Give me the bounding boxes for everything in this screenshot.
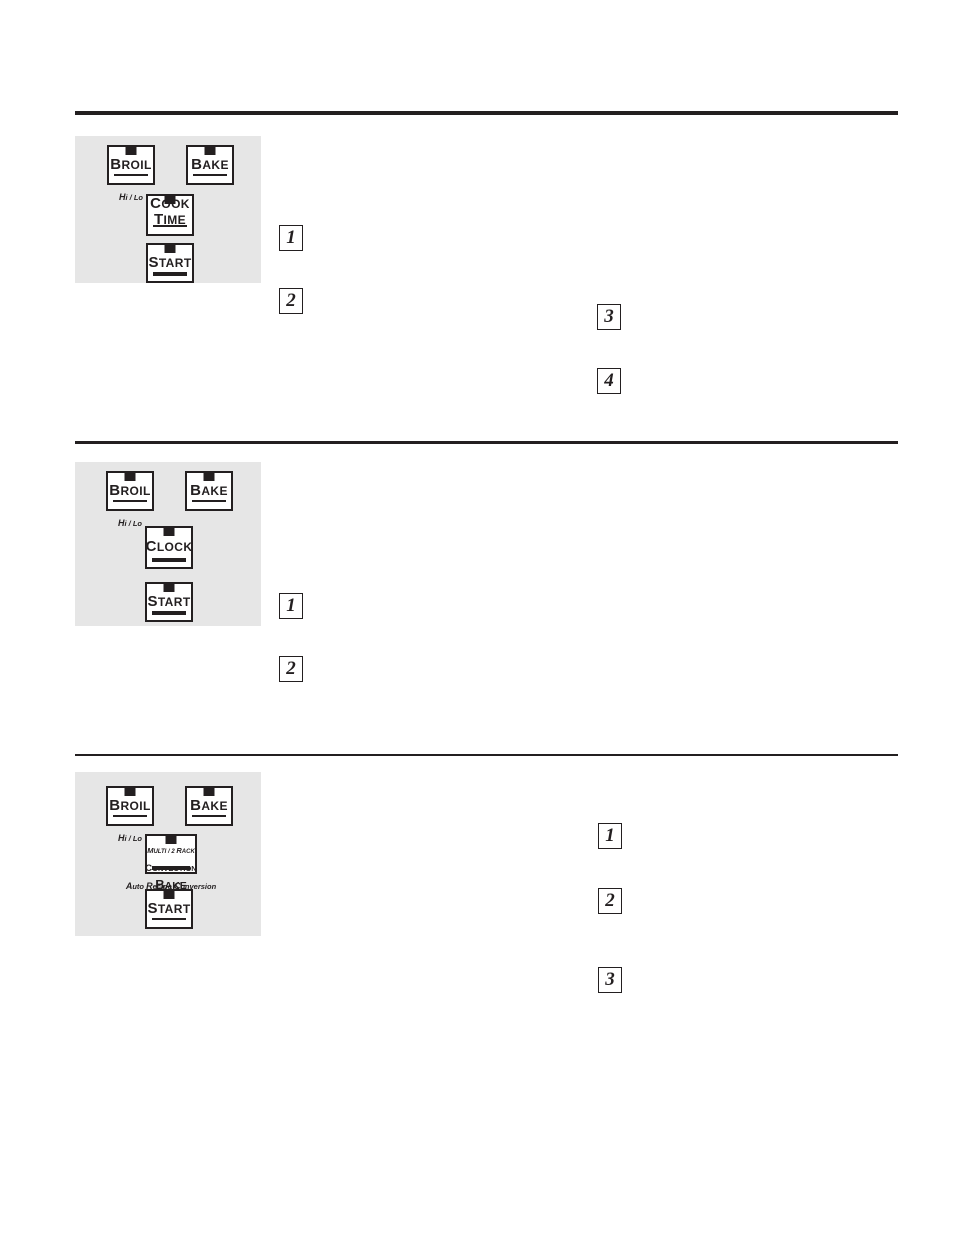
indicator-light-icon (203, 472, 215, 481)
section-rule-2 (75, 441, 898, 444)
step-number: 2 (605, 890, 615, 911)
keypad-panel-1: BROIL Hi / Lo BAKE COOK TIME START (75, 136, 261, 283)
key-underline (153, 225, 187, 227)
start-key-label: START (147, 592, 191, 610)
start-key[interactable]: START (145, 889, 193, 929)
step-marker-1: 1 (279, 593, 303, 619)
step-marker-3: 3 (598, 967, 622, 993)
step-number: 1 (286, 227, 296, 248)
broil-hi-lo-key-label: BROIL (109, 796, 151, 814)
bake-key[interactable]: BAKE (185, 471, 233, 511)
step-marker-1: 1 (598, 823, 622, 849)
broil-hi-lo-key[interactable]: BROIL (106, 471, 154, 511)
indicator-light-icon (164, 195, 176, 204)
broil-hi-lo-key-label: BROIL (109, 481, 151, 499)
step-number: 4 (604, 370, 614, 391)
start-key-label: START (147, 899, 191, 917)
step-marker-4: 4 (597, 368, 621, 394)
start-key[interactable]: START (145, 582, 193, 622)
key-underline (152, 866, 190, 870)
step-marker-2: 2 (598, 888, 622, 914)
start-key-label: START (148, 253, 192, 271)
key-underline (152, 918, 186, 920)
step-marker-2: 2 (279, 656, 303, 682)
indicator-light-icon (165, 835, 177, 844)
step-marker-1: 1 (279, 225, 303, 251)
bake-key[interactable]: BAKE (186, 145, 234, 185)
multi-2-rack-convection-bake-key[interactable]: MULTI / 2 RACK CONVECTION BAKE (145, 834, 197, 891)
bake-key-label: BAKE (190, 796, 228, 814)
key-underline (192, 815, 226, 817)
bake-key-label: BAKE (191, 155, 229, 173)
indicator-light-icon (203, 787, 215, 796)
clock-key-label: CLOCK (145, 538, 193, 556)
indicator-light-icon (164, 244, 176, 253)
step-number: 2 (286, 658, 296, 679)
key-underline (193, 174, 227, 176)
key-underline (152, 611, 186, 615)
cook-time-key[interactable]: COOK TIME (146, 194, 194, 236)
broil-hi-lo-key[interactable]: BROIL (106, 786, 154, 826)
section-rule-3 (75, 754, 898, 756)
step-marker-2: 2 (279, 288, 303, 314)
indicator-light-icon (124, 472, 136, 481)
broil-hi-lo-key[interactable]: BROIL (107, 145, 155, 185)
keypad-panel-3: BROIL Hi / Lo BAKE MULTI / 2 RACK CONVEC… (75, 772, 261, 936)
indicator-light-icon (124, 787, 136, 796)
indicator-light-icon (163, 583, 175, 592)
key-underline (153, 272, 187, 276)
step-number: 1 (286, 595, 296, 616)
step-marker-3: 3 (597, 304, 621, 330)
key-underline (114, 174, 148, 176)
step-number: 3 (605, 969, 615, 990)
key-underline (113, 500, 147, 502)
step-number: 1 (605, 825, 615, 846)
key-underline (113, 815, 147, 817)
indicator-light-icon (163, 527, 175, 536)
indicator-light-icon (204, 146, 216, 155)
clock-key[interactable]: CLOCK (145, 526, 193, 569)
section-rule-1 (75, 111, 898, 115)
keypad-panel-2: BROIL Hi / Lo BAKE CLOCK START (75, 462, 261, 626)
step-number: 2 (286, 290, 296, 311)
bake-key[interactable]: BAKE (185, 786, 233, 826)
start-key[interactable]: START (146, 243, 194, 283)
key-underline (192, 500, 226, 502)
step-number: 3 (604, 306, 614, 327)
key-underline (152, 558, 186, 562)
indicator-light-icon (125, 146, 137, 155)
broil-hi-lo-key-label: BROIL (110, 155, 152, 173)
indicator-light-icon (163, 890, 175, 899)
bake-key-label: BAKE (190, 481, 228, 499)
